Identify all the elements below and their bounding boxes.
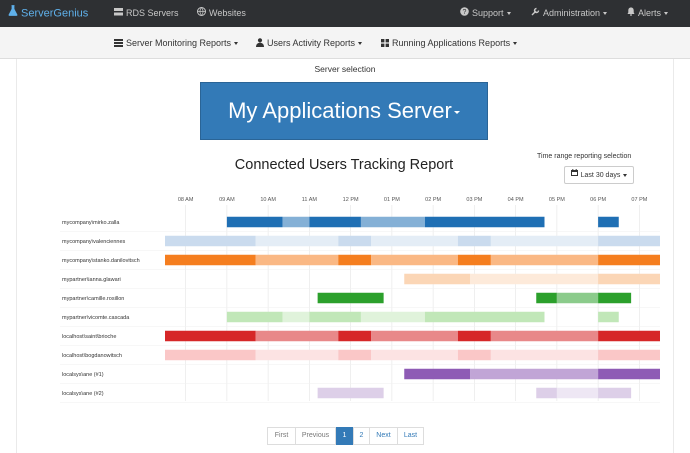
session-bar[interactable] (371, 349, 458, 361)
x-tick-label: 05 PM (549, 197, 565, 203)
session-bar[interactable] (309, 311, 361, 323)
session-bar[interactable] (317, 292, 384, 304)
session-bar[interactable] (404, 368, 471, 380)
session-bar[interactable] (457, 330, 491, 342)
row-label: mycompany\valenciennes (62, 239, 126, 245)
session-bar[interactable] (165, 254, 256, 266)
session-bar[interactable] (282, 216, 310, 228)
session-bar[interactable] (490, 330, 599, 342)
session-bar[interactable] (226, 216, 283, 228)
session-bar[interactable] (424, 216, 545, 228)
session-bar[interactable] (338, 254, 372, 266)
session-bar[interactable] (338, 330, 372, 342)
session-bar[interactable] (598, 254, 660, 266)
session-bar[interactable] (371, 254, 458, 266)
x-tick-label: 10 AM (260, 197, 276, 203)
session-bar[interactable] (255, 330, 339, 342)
x-tick-label: 01 PM (384, 197, 400, 203)
session-bar[interactable] (424, 311, 545, 323)
session-bar[interactable] (165, 330, 256, 342)
session-bar[interactable] (282, 311, 310, 323)
session-bar[interactable] (598, 330, 660, 342)
x-tick-label: 09 AM (219, 197, 235, 203)
session-bar[interactable] (536, 387, 557, 399)
session-bar[interactable] (457, 254, 491, 266)
session-bar[interactable] (309, 216, 361, 228)
page-previous-button[interactable]: Previous (295, 427, 336, 445)
session-bar[interactable] (598, 216, 619, 228)
session-bar[interactable] (165, 235, 256, 247)
session-bar[interactable] (490, 235, 599, 247)
session-bar[interactable] (598, 349, 660, 361)
session-bar[interactable] (556, 292, 599, 304)
x-tick-label: 12 PM (343, 197, 359, 203)
page-2-button[interactable]: 2 (353, 427, 370, 445)
x-tick-label: 07 PM (631, 197, 647, 203)
session-bar[interactable] (404, 273, 471, 285)
session-bar[interactable] (490, 349, 599, 361)
session-bar[interactable] (536, 292, 557, 304)
session-bar[interactable] (598, 292, 632, 304)
session-bar[interactable] (338, 349, 372, 361)
session-bar[interactable] (360, 311, 425, 323)
session-bar[interactable] (165, 349, 256, 361)
session-bar[interactable] (598, 311, 619, 323)
page-first-button[interactable]: First (267, 427, 296, 445)
row-label: localhost\bogdanowitsch (62, 353, 122, 359)
session-bar[interactable] (226, 311, 283, 323)
page-1-button[interactable]: 1 (336, 427, 353, 445)
session-bar[interactable] (598, 235, 660, 247)
row-label: mypartner\camille.rosillon (62, 296, 124, 302)
page-last-button[interactable]: Last (397, 427, 424, 445)
session-bar[interactable] (470, 368, 599, 380)
users-timeline-chart: 08 AM 09 AM 10 AM 11 AM 12 PM 01 PM 02 PM 03 PM… (60, 197, 660, 403)
page-next-button[interactable]: Next (369, 427, 398, 445)
x-tick-label: 06 PM (590, 197, 606, 203)
session-bar[interactable] (317, 387, 384, 399)
session-bar[interactable] (457, 349, 491, 361)
session-bar[interactable] (255, 349, 339, 361)
row-label: mypartner\vicomte.cascada (62, 315, 130, 321)
session-bar[interactable] (360, 216, 425, 228)
row-label: mycompany\stanko.danilovitsch (62, 258, 140, 264)
row-label: localsys\ane (#2) (62, 391, 104, 397)
x-tick-label: 08 AM (178, 197, 194, 203)
x-tick-label: 02 PM (425, 197, 441, 203)
session-bar[interactable] (371, 330, 458, 342)
session-bar[interactable] (556, 387, 599, 399)
session-bar[interactable] (457, 235, 491, 247)
session-bar[interactable] (470, 273, 599, 285)
session-bar[interactable] (338, 235, 372, 247)
session-bar[interactable] (255, 254, 339, 266)
row-label: mycompany\mirko.zalla (62, 220, 120, 226)
app-window: ServerGenius RDS Servers Websites ? Supp… (0, 0, 690, 453)
x-tick-label: 11 AM (302, 197, 318, 203)
session-bar[interactable] (371, 235, 458, 247)
row-label: mypartner\ianna.glawari (62, 277, 121, 283)
session-bar[interactable] (598, 273, 660, 285)
session-bar[interactable] (255, 235, 339, 247)
session-bar[interactable] (598, 387, 632, 399)
session-bar[interactable] (598, 368, 660, 380)
session-bar[interactable] (490, 254, 599, 266)
x-tick-label: 04 PM (508, 197, 524, 203)
row-label: localsys\ane (#1) (62, 372, 104, 378)
x-tick-label: 03 PM (466, 197, 482, 203)
row-label: localhost\saint\brioche (62, 334, 116, 340)
